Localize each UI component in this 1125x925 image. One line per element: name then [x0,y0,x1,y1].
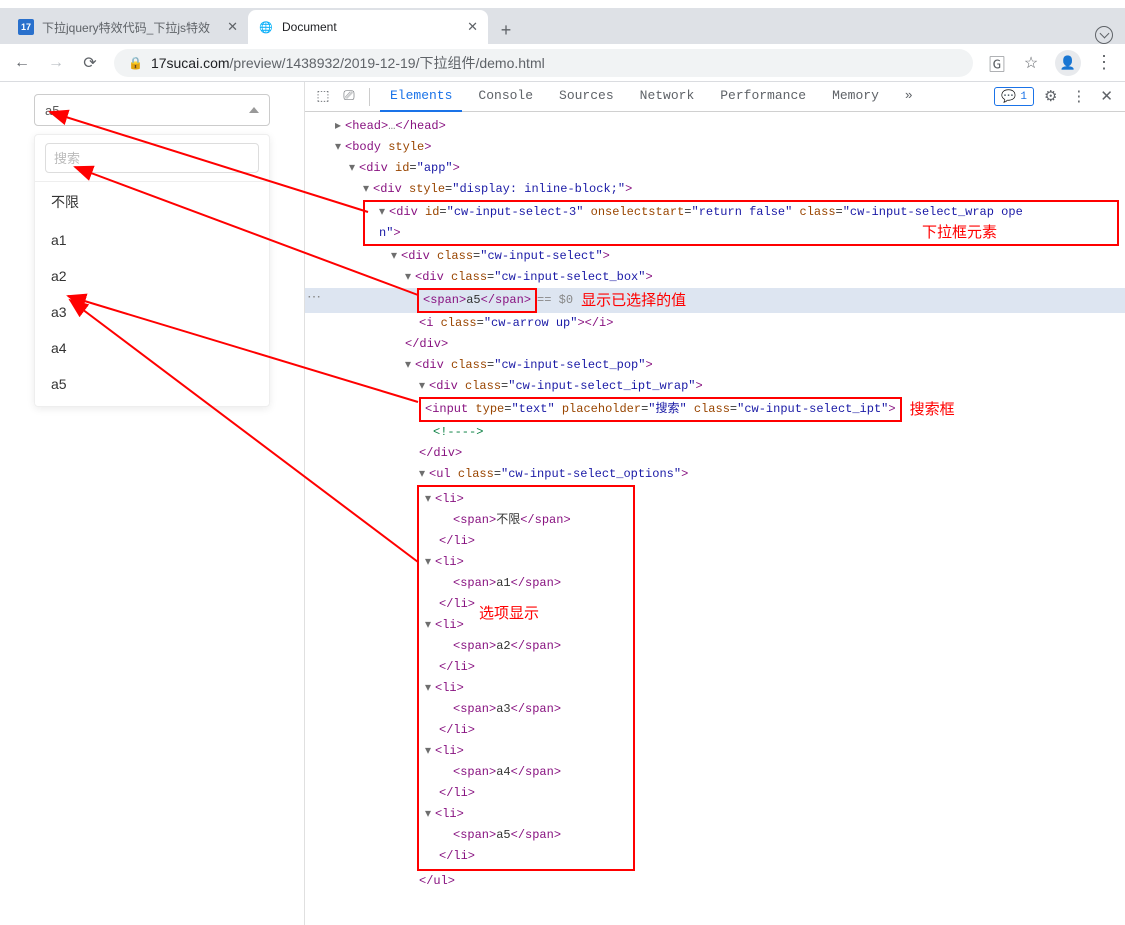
content-area: a5 不限 a1 a2 a3 a4 a5 ⬚ ⎚ [0,82,1125,925]
devtools-toolbar: ⬚ ⎚ Elements Console Sources Network Per… [305,82,1125,112]
tab-strip: 17 下拉jquery特效代码_下拉js特效 ✕ 🌐 Document ✕ + [0,8,1125,44]
list-item[interactable]: a2 [35,258,269,294]
globe-icon: 🌐 [258,19,274,35]
list-item[interactable]: 不限 [35,182,269,222]
chevron-up-icon [249,107,259,113]
select-box[interactable]: a5 [34,94,270,126]
browser-toolbar: ← → ⟳ 🔒 17sucai.com/preview/1438932/2019… [0,44,1125,82]
tab-title: 下拉jquery特效代码_下拉js特效 [42,19,219,36]
annotation-label: 选项显示 [479,603,539,624]
reload-button[interactable]: ⟳ [80,53,100,73]
tab-elements[interactable]: Elements [380,82,462,112]
options-list: 不限 a1 a2 a3 a4 a5 [35,182,269,402]
select-widget: a5 不限 a1 a2 a3 a4 a5 [34,94,270,407]
divider [369,88,370,106]
page-pane: a5 不限 a1 a2 a3 a4 a5 [0,82,305,925]
forward-button: → [46,53,66,73]
kebab-menu-icon[interactable]: ⋮ [1067,87,1090,106]
tab-sources[interactable]: Sources [549,82,624,112]
bookmark-star-icon[interactable]: ☆ [1021,53,1041,73]
gear-icon[interactable]: ⚙ [1040,87,1061,106]
elements-tree[interactable]: ▸<head>…</head> ▾<body style> ▾<div id="… [305,112,1125,925]
inspect-icon[interactable]: ⬚ [313,88,333,105]
chat-icon: 💬 [1001,89,1016,104]
annotation-label: 显示已选择的值 [581,290,686,311]
list-item[interactable]: a3 [35,294,269,330]
profile-avatar[interactable]: 👤 [1055,50,1081,76]
search-input[interactable] [45,143,259,173]
annotation-label: 搜索框 [910,399,955,420]
list-item[interactable]: a5 [35,366,269,402]
messages-badge[interactable]: 💬1 [994,87,1034,106]
new-tab-button[interactable]: + [492,16,520,44]
tab-console[interactable]: Console [468,82,543,112]
devtools-pane: ⬚ ⎚ Elements Console Sources Network Per… [305,82,1125,925]
selection-dots-icon: ⋯ [307,288,322,309]
back-button[interactable]: ← [12,53,32,73]
tab-search-button[interactable] [1095,26,1113,44]
close-icon[interactable]: ✕ [227,19,238,35]
search-wrap [35,143,269,182]
select-popup: 不限 a1 a2 a3 a4 a5 [34,134,270,407]
favicon-icon: 17 [18,19,34,35]
browser-tab-0[interactable]: 17 下拉jquery特效代码_下拉js特效 ✕ [8,10,248,44]
list-item[interactable]: a4 [35,330,269,366]
browser-tab-1[interactable]: 🌐 Document ✕ [248,10,488,44]
selected-value: a5 [45,103,59,118]
more-tabs[interactable]: » [895,82,923,112]
annotation-label: 下拉框元素 [922,222,997,243]
devtools-close-icon[interactable]: ✕ [1096,87,1117,106]
tab-performance[interactable]: Performance [710,82,816,112]
tab-memory[interactable]: Memory [822,82,889,112]
tab-title: Document [282,20,459,34]
url-text: 17sucai.com/preview/1438932/2019-12-19/下… [151,53,545,73]
tab-network[interactable]: Network [630,82,705,112]
list-item[interactable]: a1 [35,222,269,258]
lock-icon: 🔒 [128,56,143,70]
device-toggle-icon[interactable]: ⎚ [339,89,359,105]
close-icon[interactable]: ✕ [467,19,478,35]
menu-dots-icon[interactable]: ⋮ [1095,52,1113,73]
translate-icon[interactable]: 🄶 [987,53,1007,73]
address-bar[interactable]: 🔒 17sucai.com/preview/1438932/2019-12-19… [114,49,973,77]
